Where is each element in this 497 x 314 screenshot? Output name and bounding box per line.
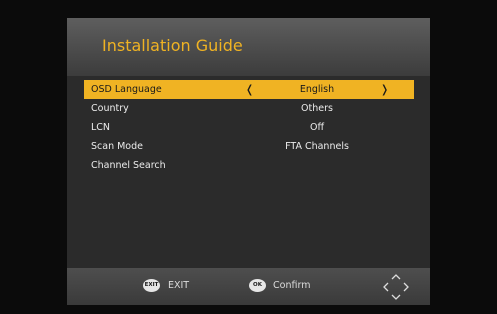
arrow-right-icon[interactable]: ❭ xyxy=(380,80,389,99)
header-bar: Installation Guide xyxy=(67,18,430,76)
exit-hint-label: EXIT xyxy=(168,280,190,291)
settings-menu: OSD Language ❬ English ❭ Country Others … xyxy=(84,80,414,175)
menu-item-label: Scan Mode xyxy=(91,141,143,152)
menu-item-osd-language[interactable]: OSD Language ❬ English ❭ xyxy=(84,80,414,99)
menu-item-label: Country xyxy=(91,103,129,114)
menu-item-country[interactable]: Country Others xyxy=(84,99,414,118)
menu-item-label: OSD Language xyxy=(91,84,162,95)
menu-item-value: FTA Channels xyxy=(285,141,349,152)
ok-key-icon[interactable]: OK xyxy=(249,279,266,292)
menu-item-channel-search[interactable]: Channel Search xyxy=(84,156,414,175)
dpad-icon xyxy=(383,274,409,300)
exit-key-icon[interactable]: EXIT xyxy=(143,279,160,292)
confirm-hint-label: Confirm xyxy=(273,280,311,291)
menu-item-lcn[interactable]: LCN Off xyxy=(84,118,414,137)
tv-screen: Installation Guide OSD Language ❬ Englis… xyxy=(0,0,497,314)
arrow-left-icon[interactable]: ❬ xyxy=(245,80,254,99)
menu-item-value: Others xyxy=(301,103,333,114)
installation-guide-panel: Installation Guide OSD Language ❬ Englis… xyxy=(67,18,430,305)
menu-item-value: Off xyxy=(309,122,325,133)
menu-item-value: English xyxy=(299,84,335,95)
menu-item-label: LCN xyxy=(91,122,111,133)
menu-item-scan-mode[interactable]: Scan Mode FTA Channels xyxy=(84,137,414,156)
footer-bar: EXIT EXIT OK Confirm xyxy=(67,268,430,305)
menu-item-label: Channel Search xyxy=(91,160,166,171)
page-title: Installation Guide xyxy=(102,36,243,55)
